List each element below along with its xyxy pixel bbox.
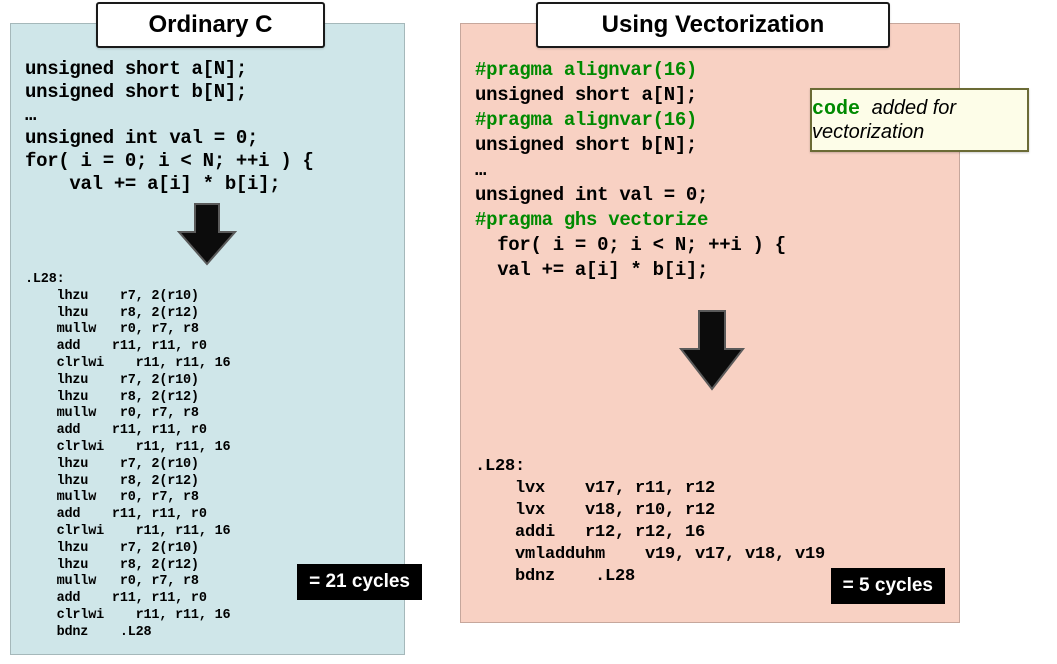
c-source-right: #pragma alignvar(16) unsigned short a[N]… (475, 58, 786, 283)
annotation-text: code added for vectorization (812, 97, 1027, 144)
annotation-box: code added for vectorization (810, 88, 1029, 152)
slide: Ordinary C unsigned short a[N]; unsigned… (0, 0, 1057, 664)
panel-title-left: Ordinary C (96, 2, 325, 48)
c-source-left: unsigned short a[N]; unsigned short b[N]… (25, 58, 314, 196)
panel-ordinary-c: Ordinary C unsigned short a[N]; unsigned… (10, 23, 405, 655)
cycles-badge-right: = 5 cycles (831, 568, 945, 604)
asm-output-right: .L28: lvx v17, r11, r12 lvx v18, r10, r1… (475, 456, 825, 588)
arrow-down-icon (177, 202, 237, 266)
annotation-code-word: code (812, 98, 860, 121)
panel-title-right: Using Vectorization (536, 2, 890, 48)
arrow-down-icon (677, 309, 747, 393)
asm-output-left: .L28: lhzu r7, 2(r10) lhzu r8, 2(r12) mu… (25, 272, 230, 642)
cycles-badge-left: = 21 cycles (297, 564, 422, 600)
